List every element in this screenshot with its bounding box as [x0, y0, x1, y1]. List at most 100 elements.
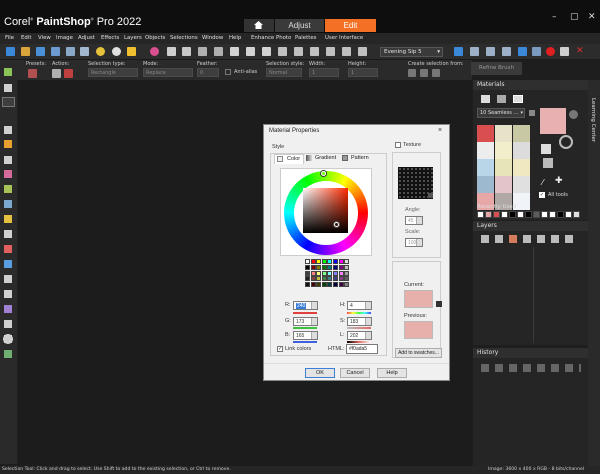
- feather-input[interactable]: 0: [197, 68, 219, 77]
- menu-user-interface[interactable]: User Interface: [325, 35, 363, 41]
- basic-palette-grid[interactable]: [305, 259, 350, 288]
- material-swatch[interactable]: [495, 176, 512, 193]
- tab-edit[interactable]: Edit: [325, 19, 376, 32]
- recent-color-swatch[interactable]: [549, 211, 556, 218]
- history-toolbar[interactable]: [481, 364, 581, 372]
- picture-tube-tool-icon[interactable]: [4, 350, 12, 358]
- home-tab[interactable]: [244, 19, 274, 32]
- palette-cell[interactable]: [316, 259, 322, 264]
- recent-color-swatch[interactable]: [565, 211, 572, 218]
- palette-cell[interactable]: [316, 264, 322, 270]
- library-select[interactable]: 10 Seamless ... ▾: [477, 108, 525, 118]
- mirror-icon[interactable]: [262, 47, 271, 56]
- new-file-icon[interactable]: [6, 47, 15, 56]
- step-icon[interactable]: [518, 47, 527, 56]
- material-swatch[interactable]: [513, 159, 530, 176]
- r-input[interactable]: 240: [293, 301, 318, 310]
- swatches-tab-icon[interactable]: [513, 95, 523, 103]
- flood-fill-tool-icon[interactable]: [4, 260, 12, 268]
- warp-tool-icon[interactable]: [4, 320, 12, 328]
- adjustment-layer-icon[interactable]: [509, 235, 517, 243]
- zoom-icon[interactable]: [278, 47, 287, 56]
- scale-input[interactable]: 100: [405, 238, 423, 247]
- saturation-lightness-square[interactable]: [303, 188, 348, 233]
- cancel-button[interactable]: Cancel: [340, 368, 370, 378]
- r-slider[interactable]: [293, 312, 317, 314]
- material-swatch[interactable]: [495, 159, 512, 176]
- swap-icon[interactable]: [569, 110, 578, 119]
- dialog-close-icon[interactable]: ×: [438, 127, 442, 134]
- palette-cell[interactable]: [321, 270, 327, 276]
- palette-cell[interactable]: [344, 276, 350, 282]
- pan-tool-icon[interactable]: [4, 68, 12, 76]
- duplicate-layer-icon[interactable]: [551, 235, 559, 243]
- pick-tool-icon[interactable]: [4, 126, 12, 134]
- menu-edit[interactable]: Edit: [21, 35, 31, 41]
- palette-cell[interactable]: [310, 259, 316, 264]
- menu-image[interactable]: Image: [56, 35, 73, 41]
- l-slider[interactable]: [347, 341, 371, 343]
- foreground-color[interactable]: [540, 108, 566, 134]
- recent-color-swatch[interactable]: [573, 211, 580, 218]
- texture-checkbox[interactable]: [395, 142, 401, 148]
- menu-enhance-photo[interactable]: Enhance Photo: [251, 35, 291, 41]
- antialias-checkbox[interactable]: [225, 69, 231, 75]
- add-to-swatches-button[interactable]: Add to swatches...: [395, 348, 442, 358]
- script-icon[interactable]: [470, 47, 479, 56]
- s-slider[interactable]: [347, 327, 371, 329]
- texture-dropdown-icon[interactable]: [428, 193, 433, 198]
- crop-tool-icon[interactable]: [4, 140, 12, 148]
- palette-cell[interactable]: [305, 264, 310, 270]
- material-swatch[interactable]: [513, 176, 530, 193]
- tab-adjust[interactable]: Adjust: [275, 19, 324, 32]
- menu-window[interactable]: Window: [202, 35, 223, 41]
- palette-cell[interactable]: [338, 264, 344, 270]
- selection-type-select[interactable]: Rectangle: [88, 68, 138, 77]
- material-swatch[interactable]: [513, 125, 530, 142]
- palette-cell[interactable]: [305, 276, 310, 282]
- material-swatch[interactable]: [495, 142, 512, 159]
- material-swatch[interactable]: [495, 125, 512, 142]
- g-slider[interactable]: [293, 327, 317, 329]
- palette-cell[interactable]: [327, 259, 333, 264]
- ok-button[interactable]: OK: [305, 368, 335, 378]
- shape-tool-icon[interactable]: [4, 305, 12, 313]
- selection-tool-icon[interactable]: [2, 97, 15, 107]
- add-swatch-icon[interactable]: ✚: [555, 176, 563, 186]
- undo-icon[interactable]: [198, 47, 207, 56]
- mode-select[interactable]: Replace: [143, 68, 193, 77]
- transparent-icon[interactable]: [559, 135, 573, 149]
- material-swatch[interactable]: [477, 142, 494, 159]
- palette-cell[interactable]: [344, 264, 350, 270]
- h-input[interactable]: 4: [347, 301, 372, 310]
- palette-cell[interactable]: [344, 259, 350, 264]
- width-input[interactable]: 1: [309, 68, 339, 77]
- cancel-script-icon[interactable]: ✕: [576, 47, 585, 56]
- b-slider[interactable]: [293, 341, 317, 343]
- palette-cell[interactable]: [338, 276, 344, 282]
- palette-cell[interactable]: [333, 276, 338, 282]
- redo-icon[interactable]: [214, 47, 223, 56]
- open-file-icon[interactable]: [21, 47, 30, 56]
- palette-cell[interactable]: [321, 282, 327, 288]
- minimize-button[interactable]: –: [552, 12, 557, 22]
- star-icon[interactable]: [127, 47, 136, 56]
- record-icon[interactable]: [546, 47, 555, 56]
- play-icon[interactable]: [454, 47, 463, 56]
- frame-tab-icon[interactable]: [481, 95, 490, 103]
- palette-cell[interactable]: [333, 264, 338, 270]
- menu-objects[interactable]: Objects: [145, 35, 165, 41]
- recent-color-swatch[interactable]: [485, 211, 492, 218]
- browse-icon[interactable]: [80, 47, 89, 56]
- palette-cell[interactable]: [338, 282, 344, 288]
- material-swatch[interactable]: [477, 159, 494, 176]
- stop-icon[interactable]: [560, 47, 569, 56]
- print-icon[interactable]: [66, 47, 75, 56]
- menu-palettes[interactable]: Palettes: [295, 35, 316, 41]
- palette-cell[interactable]: [344, 282, 350, 288]
- material-swatch[interactable]: [477, 176, 494, 193]
- menu-adjust[interactable]: Adjust: [78, 35, 95, 41]
- maximize-button[interactable]: ▢: [570, 12, 579, 22]
- menu-selections[interactable]: Selections: [170, 35, 198, 41]
- palette-cell[interactable]: [310, 264, 316, 270]
